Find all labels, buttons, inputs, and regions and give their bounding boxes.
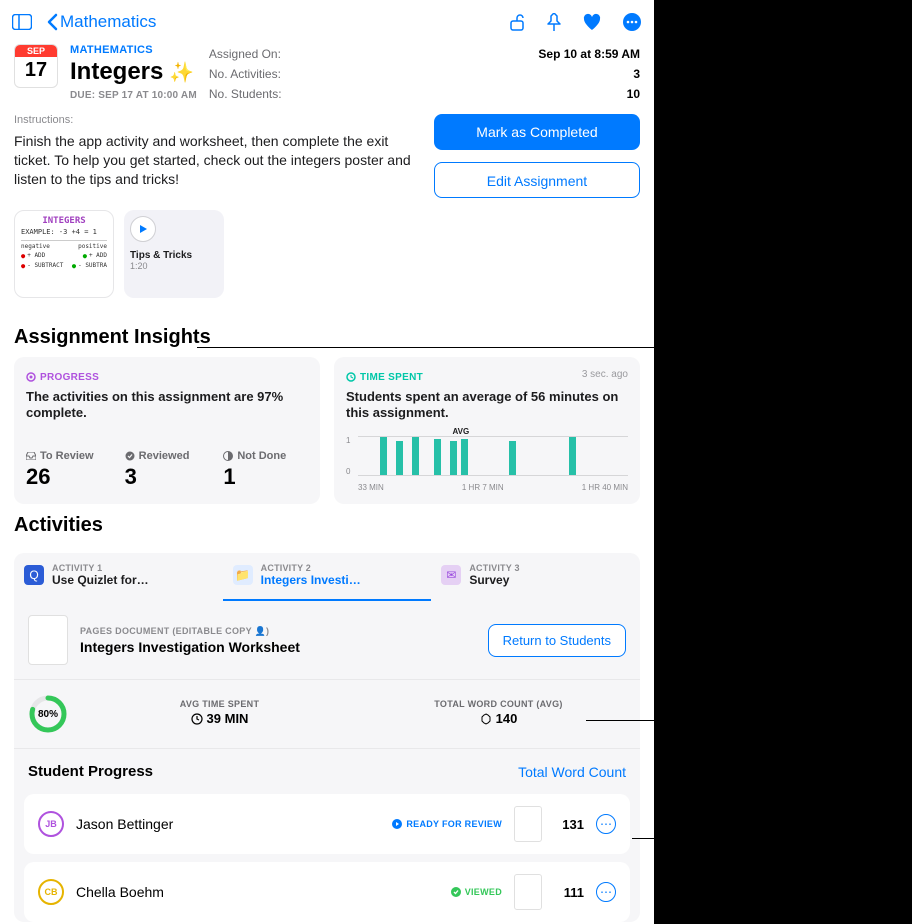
row-more-icon[interactable]: ⋯	[596, 882, 616, 902]
folder-icon: 📁	[233, 565, 253, 585]
page-title: Integers ✨	[70, 58, 197, 86]
meta-info: Assigned On:Sep 10 at 8:59 AM No. Activi…	[209, 44, 640, 104]
quizlet-icon: Q	[24, 565, 44, 585]
calendar-icon: SEP 17	[14, 44, 58, 88]
progress-card: PROGRESS The activities on this assignme…	[14, 357, 320, 504]
avatar: JB	[38, 811, 64, 837]
play-icon[interactable]	[130, 216, 156, 242]
edit-assignment-button[interactable]: Edit Assignment	[434, 162, 640, 198]
attachment-poster[interactable]: INTEGERS EXAMPLE: -3 +4 = 1 negativeposi…	[14, 210, 114, 298]
time-chart: 10 AVG 33 MIN 1 HR 7 MIN 1 HR 40 MIN	[346, 436, 628, 492]
survey-icon: ✉	[441, 565, 461, 585]
subject-label: MATHEMATICS	[70, 44, 197, 56]
row-more-icon[interactable]: ⋯	[596, 814, 616, 834]
tab-activity-1[interactable]: Q ACTIVITY 1Use Quizlet for…	[14, 553, 223, 601]
time-spent-badge: TIME SPENT	[346, 372, 423, 383]
student-row[interactable]: CB Chella Boehm VIEWED 111 ⋯	[24, 862, 630, 922]
tab-activity-2[interactable]: 📁 ACTIVITY 2Integers Investi…	[223, 553, 432, 601]
lock-open-icon[interactable]	[508, 13, 526, 31]
return-to-students-button[interactable]: Return to Students	[488, 624, 626, 657]
time-spent-card: 3 sec. ago TIME SPENT Students spent an …	[334, 357, 640, 504]
work-thumb[interactable]	[514, 806, 542, 842]
more-icon[interactable]	[622, 12, 642, 32]
tab-activity-3[interactable]: ✉ ACTIVITY 3Survey	[431, 553, 640, 601]
progress-badge: PROGRESS	[26, 372, 99, 383]
mark-completed-button[interactable]: Mark as Completed	[434, 114, 640, 150]
activities-heading: Activities	[0, 504, 654, 545]
heart-icon[interactable]	[582, 13, 602, 31]
status-badge: READY FOR REVIEW	[392, 819, 502, 829]
instructions-text: Finish the app activity and worksheet, t…	[14, 132, 416, 189]
student-row[interactable]: JB Jason Bettinger READY FOR REVIEW 131 …	[24, 794, 630, 854]
badge-icon	[480, 713, 492, 725]
back-icon[interactable]	[46, 13, 58, 31]
insights-heading: Assignment Insights	[0, 316, 654, 357]
activity-tabs: Q ACTIVITY 1Use Quizlet for… 📁 ACTIVITY …	[14, 553, 640, 601]
avatar: CB	[38, 879, 64, 905]
status-badge: VIEWED	[451, 887, 502, 897]
pin-icon[interactable]	[546, 13, 562, 31]
sort-link[interactable]: Total Word Count	[518, 764, 626, 780]
sidebar-icon[interactable]	[12, 14, 32, 30]
student-progress-heading: Student Progress	[28, 763, 153, 780]
inbox-icon	[26, 452, 36, 460]
attachment-audio[interactable]: Tips & Tricks 1:20	[124, 210, 224, 298]
due-label: DUE: SEP 17 AT 10:00 AM	[70, 90, 197, 101]
document-name: Integers Investigation Worksheet	[80, 639, 476, 655]
sparkle-icon: ✨	[169, 60, 194, 85]
document-type: PAGES DOCUMENT (EDITABLE COPY 👤)	[80, 626, 476, 637]
document-thumb[interactable]	[28, 615, 68, 665]
navbar: Mathematics	[0, 0, 654, 44]
completion-donut: 80%	[28, 694, 68, 734]
half-circle-icon	[223, 451, 233, 461]
back-label[interactable]: Mathematics	[60, 12, 156, 32]
clock-icon	[191, 713, 203, 725]
instructions-label: Instructions:	[14, 114, 416, 126]
check-circle-icon	[125, 451, 135, 461]
work-thumb[interactable]	[514, 874, 542, 910]
